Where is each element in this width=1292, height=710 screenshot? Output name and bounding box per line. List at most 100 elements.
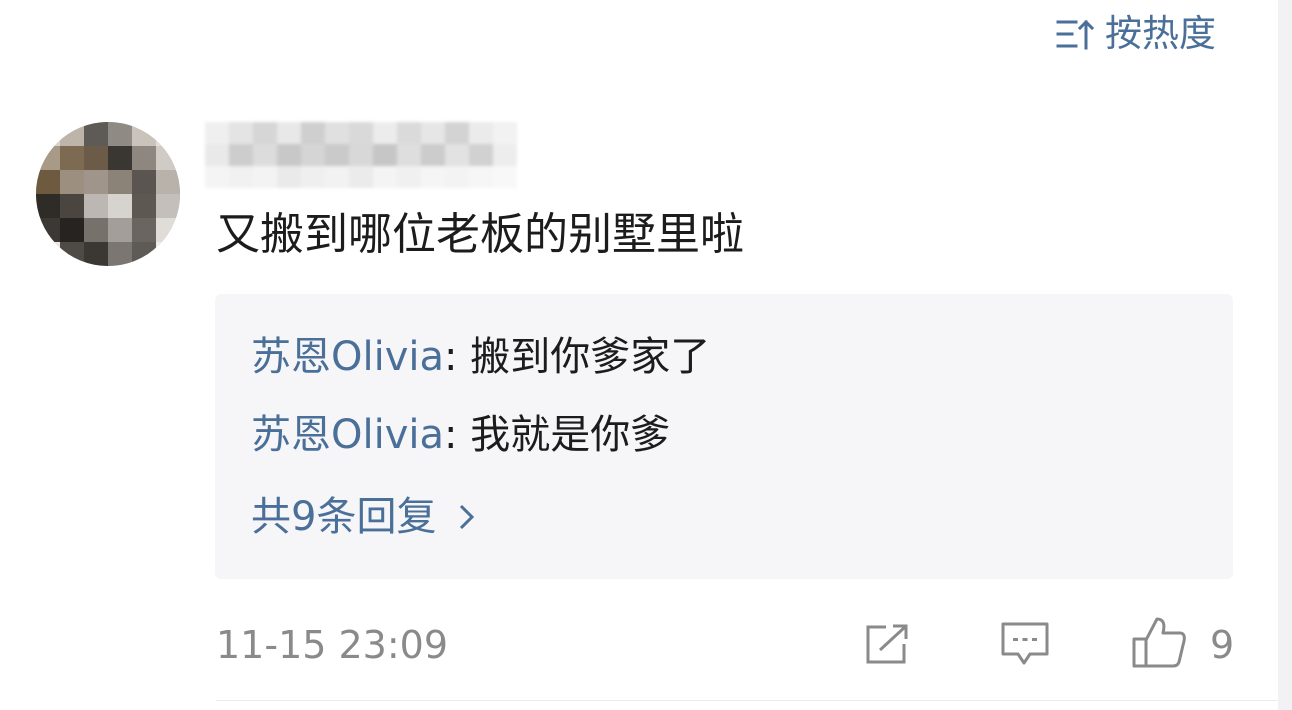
avatar-pixel	[36, 170, 60, 194]
username-pixel	[493, 122, 517, 144]
username-pixel	[397, 122, 421, 144]
username-pixel	[229, 144, 253, 166]
avatar-pixel	[108, 146, 132, 170]
more-replies-label: 共9条回复	[251, 494, 437, 540]
username-pixel	[421, 166, 445, 188]
username-pixel	[421, 144, 445, 166]
username-pixel	[349, 144, 373, 166]
avatar-pixel	[156, 194, 180, 218]
avatar-pixel	[132, 194, 156, 218]
avatar-pixel	[36, 218, 60, 242]
username-pixel	[301, 166, 325, 188]
reply-item: 苏恩Olivia: 搬到你爹家了	[251, 330, 710, 384]
username-pixel	[205, 166, 229, 188]
avatar-pixel	[156, 170, 180, 194]
username-pixel	[325, 166, 349, 188]
username-pixel	[325, 144, 349, 166]
comment-text: 又搬到哪位老板的别墅里啦	[216, 209, 744, 260]
username-pixel	[445, 122, 469, 144]
username-pixel	[421, 122, 445, 144]
avatar-pixel	[108, 218, 132, 242]
sort-by-popularity-button[interactable]: 按热度	[1055, 12, 1216, 56]
avatar-pixel	[108, 170, 132, 194]
username-pixel	[205, 144, 229, 166]
avatar-pixel	[36, 194, 60, 218]
avatar-pixel	[60, 242, 84, 266]
username-pixel	[277, 122, 301, 144]
avatar-pixel	[36, 146, 60, 170]
scrollbar-track	[1278, 0, 1292, 710]
divider	[216, 700, 1278, 701]
username-pixel	[253, 166, 277, 188]
share-icon[interactable]	[864, 622, 912, 666]
avatar-pixel	[132, 146, 156, 170]
avatar-pixel	[108, 194, 132, 218]
avatar[interactable]	[36, 122, 180, 266]
avatar-pixel	[36, 122, 60, 146]
username-pixel	[397, 166, 421, 188]
avatar-pixel	[156, 146, 180, 170]
username-blurred[interactable]	[205, 122, 517, 190]
username-pixel	[373, 166, 397, 188]
username-pixel	[397, 144, 421, 166]
username-pixel	[205, 122, 229, 144]
sort-icon	[1056, 19, 1095, 50]
sort-label: 按热度	[1105, 12, 1216, 55]
username-pixel	[469, 122, 493, 144]
avatar-pixel	[84, 146, 108, 170]
username-pixel	[325, 122, 349, 144]
username-pixel	[301, 122, 325, 144]
username-pixel	[301, 144, 325, 166]
reply-username[interactable]: 苏恩Olivia	[251, 334, 444, 380]
chevron-right-icon	[460, 504, 475, 530]
avatar-pixel	[36, 242, 60, 266]
reply-item: 苏恩Olivia: 我就是你爹	[251, 408, 670, 462]
reply-separator: :	[444, 412, 458, 458]
username-pixel	[493, 144, 517, 166]
username-pixel	[469, 144, 493, 166]
avatar-pixel	[132, 122, 156, 146]
reply-username[interactable]: 苏恩Olivia	[251, 412, 444, 458]
username-pixel	[253, 144, 277, 166]
reply-separator: :	[444, 334, 458, 380]
username-pixel	[493, 166, 517, 188]
username-pixel	[445, 144, 469, 166]
username-pixel	[253, 122, 277, 144]
avatar-pixel	[132, 242, 156, 266]
reply-text: 我就是你爹	[470, 412, 671, 458]
reply-box: 苏恩Olivia: 搬到你爹家了 苏恩Olivia: 我就是你爹 共9条回复	[215, 294, 1233, 579]
comment-icon[interactable]	[1000, 620, 1050, 668]
avatar-pixel	[84, 122, 108, 146]
username-pixel	[229, 122, 253, 144]
avatar-pixel	[60, 194, 84, 218]
thumbs-up-icon[interactable]	[1131, 615, 1187, 669]
comment-timestamp: 11-15 23:09	[216, 623, 449, 667]
username-pixel	[373, 144, 397, 166]
like-count: 9	[1210, 623, 1235, 667]
avatar-pixel	[60, 170, 84, 194]
avatar-pixel	[84, 218, 108, 242]
username-pixel	[349, 166, 373, 188]
avatar-pixel	[108, 122, 132, 146]
username-pixel	[469, 166, 493, 188]
avatar-pixel	[60, 146, 84, 170]
avatar-pixel	[84, 242, 108, 266]
username-pixel	[277, 144, 301, 166]
username-pixel	[229, 166, 253, 188]
reply-text: 搬到你爹家了	[470, 334, 711, 380]
avatar-pixel	[84, 194, 108, 218]
username-pixel	[445, 166, 469, 188]
avatar-pixel	[60, 218, 84, 242]
avatar-pixel	[156, 122, 180, 146]
avatar-pixel	[156, 218, 180, 242]
avatar-pixel	[132, 170, 156, 194]
username-pixel	[373, 122, 397, 144]
username-pixel	[349, 122, 373, 144]
view-all-replies-link[interactable]: 共9条回复	[251, 490, 476, 544]
avatar-pixel	[132, 218, 156, 242]
comment-page: 按热度 又搬到哪位老板的别墅里啦 苏恩Olivia: 搬到你爹家了 苏恩Oliv…	[0, 0, 1292, 710]
username-pixel	[277, 166, 301, 188]
avatar-pixel	[84, 170, 108, 194]
avatar-pixel	[156, 242, 180, 266]
avatar-pixel	[108, 242, 132, 266]
